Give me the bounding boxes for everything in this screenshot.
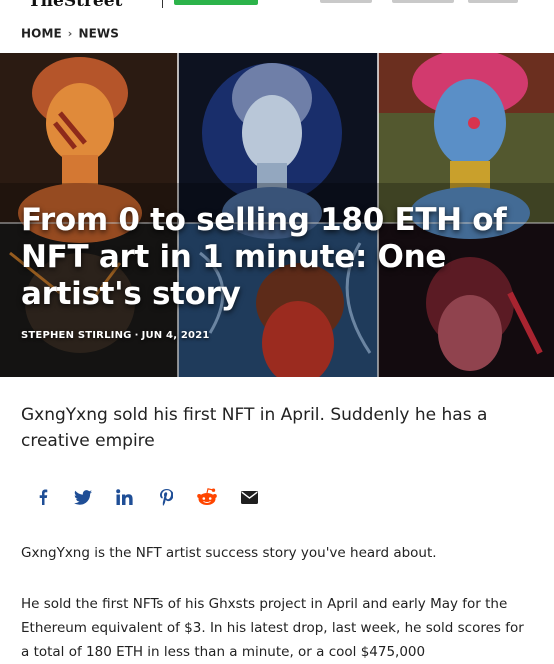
twitter-icon[interactable] [70,484,96,510]
article-paragraph: He sold the first NFTs of his Ghxsts pro… [21,596,524,660]
publish-date: JUN 4, 2021 [141,330,210,341]
top-nav: TheStreet [0,0,554,14]
pinterest-icon[interactable] [153,484,179,510]
reddit-icon[interactable] [194,484,220,510]
article-paragraph: GxngYxng is the NFT artist success story… [21,545,437,561]
facebook-icon[interactable] [30,484,56,510]
linkedin-icon[interactable] [111,484,137,510]
breadcrumb: HOME › NEWS [21,26,119,41]
email-icon[interactable] [236,484,262,510]
logo-divider [162,0,163,8]
nav-link[interactable] [392,0,454,3]
nav-link[interactable] [320,0,372,3]
article-title: From 0 to selling 180 ETH of NFT art in … [21,202,507,312]
article-subtitle: GxngYxng sold his first NFT in April. Su… [21,405,488,451]
byline: STEPHEN STIRLING · JUN 4, 2021 [21,330,210,341]
subscribe-button[interactable] [174,0,258,5]
hero-banner: From 0 to selling 180 ETH of NFT art in … [0,53,554,377]
chevron-right-icon: › [67,27,73,40]
author-name[interactable]: STEPHEN STIRLING [21,330,132,341]
nav-link[interactable] [468,0,518,3]
breadcrumb-news[interactable]: NEWS [78,27,119,41]
site-logo[interactable]: TheStreet [28,0,122,11]
breadcrumb-home[interactable]: HOME [21,27,62,41]
